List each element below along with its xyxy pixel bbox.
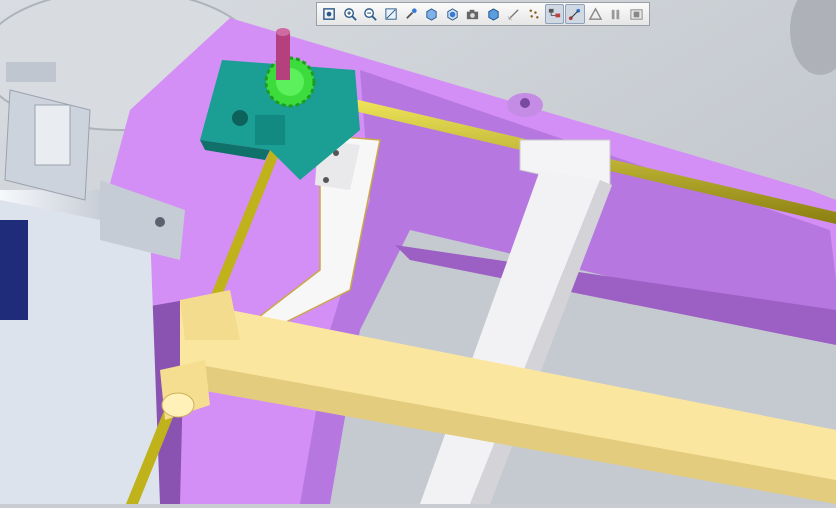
point-cloud-button[interactable] — [524, 4, 543, 24]
stop-record-button[interactable] — [627, 4, 646, 24]
display-style-icon — [447, 7, 458, 21]
view-toolbar — [316, 2, 650, 26]
zoom-area-icon — [384, 7, 397, 20]
zoom-area-button[interactable] — [381, 4, 400, 24]
frame-bushing — [161, 392, 195, 418]
triangle-measure-icon — [588, 6, 603, 20]
triangle-measure-button[interactable] — [586, 4, 605, 24]
assembly-tree-button[interactable] — [544, 4, 565, 24]
section-view-button[interactable] — [504, 4, 523, 24]
view-orientation-button[interactable] — [422, 4, 441, 24]
zoom-in-button[interactable] — [340, 4, 359, 24]
display-style-button[interactable] — [443, 4, 462, 24]
cad-scene[interactable] — [0, 0, 836, 504]
3d-viewport[interactable] — [0, 0, 836, 504]
rotate-icon — [406, 7, 417, 19]
drive-shaft[interactable] — [276, 32, 290, 80]
zoom-fit-icon — [323, 7, 336, 20]
stop-record-icon — [630, 8, 643, 20]
zoom-fit-button[interactable] — [320, 4, 339, 24]
point-cloud-icon — [529, 9, 539, 19]
section-view-icon — [507, 8, 519, 20]
rotate-button[interactable] — [402, 4, 421, 24]
zoom-in-icon — [343, 7, 357, 21]
cube-view-button[interactable] — [484, 4, 503, 24]
zoom-out-icon — [364, 7, 377, 21]
camera-icon — [467, 9, 479, 19]
view-orientation-icon — [426, 7, 438, 21]
assembly-tree-icon — [548, 8, 561, 17]
mate-connect-icon — [569, 8, 581, 20]
zoom-out-button[interactable] — [361, 4, 380, 24]
mate-connect-button[interactable] — [565, 4, 585, 24]
camera-button[interactable] — [463, 4, 482, 24]
cube-view-icon — [488, 7, 499, 21]
pause-button[interactable] — [606, 4, 625, 24]
pause-icon — [612, 9, 620, 19]
